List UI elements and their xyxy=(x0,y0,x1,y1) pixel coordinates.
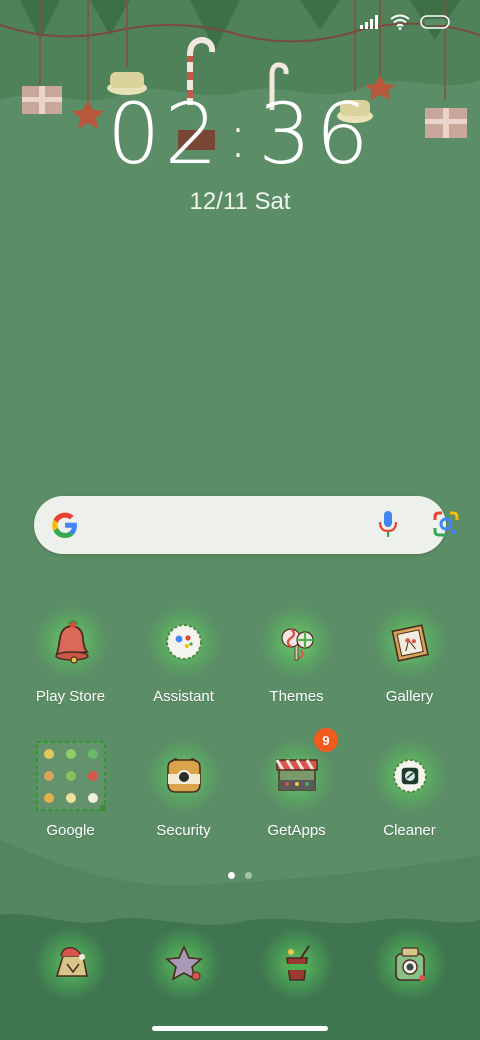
lollipop-icon xyxy=(258,604,335,680)
clock-hours: 02 xyxy=(107,85,222,183)
app-label: Security xyxy=(156,822,211,839)
date-display[interactable]: 12/11 Sat xyxy=(0,188,480,216)
google-g-icon xyxy=(50,510,80,545)
app-play-store[interactable]: Play Store xyxy=(14,604,127,705)
cleaner-icon xyxy=(371,738,448,814)
shield-icon xyxy=(145,738,222,814)
folder-icon xyxy=(33,738,109,814)
microphone-icon[interactable] xyxy=(376,509,400,544)
date-value: 12/11 xyxy=(189,188,248,215)
clock-separator: : xyxy=(227,102,253,172)
phone-icon xyxy=(32,926,109,1002)
bell-icon xyxy=(32,604,109,680)
day-of-week: Sat xyxy=(254,188,291,215)
page-dot-active xyxy=(228,872,235,879)
assistant-icon xyxy=(145,604,222,680)
picture-frame-icon xyxy=(371,604,448,680)
dock-phone[interactable] xyxy=(14,926,127,1002)
notification-badge: 9 xyxy=(314,728,338,752)
cellular-signal-icon xyxy=(360,15,380,34)
wifi-icon xyxy=(390,14,410,35)
browser-cup-icon xyxy=(258,926,335,1002)
app-getapps[interactable]: 9 GetApps xyxy=(240,728,353,839)
dock-camera[interactable] xyxy=(353,926,466,1002)
camera-icon xyxy=(371,926,448,1002)
lockscreen-clock[interactable]: 02:36 xyxy=(0,92,480,176)
app-security[interactable]: Security xyxy=(127,738,240,839)
app-label: Assistant xyxy=(153,688,214,705)
status-bar xyxy=(360,14,452,35)
app-label: Gallery xyxy=(385,688,434,705)
clock-minutes: 36 xyxy=(258,85,373,183)
dock-messages[interactable] xyxy=(127,926,240,1002)
app-row-1: Play Store Assistant Themes Gallery xyxy=(0,604,480,705)
app-label: GetApps xyxy=(267,822,326,839)
google-lens-icon[interactable] xyxy=(432,510,460,543)
dock xyxy=(0,926,480,1002)
message-star-icon xyxy=(145,926,222,1002)
google-search-bar[interactable] xyxy=(34,496,459,554)
dock-browser[interactable] xyxy=(240,926,353,1002)
gesture-navigation-bar[interactable] xyxy=(152,1026,328,1031)
app-cleaner[interactable]: Cleaner xyxy=(353,738,466,839)
app-label: Play Store xyxy=(35,688,106,705)
app-label: Themes xyxy=(269,688,324,705)
app-label: Cleaner xyxy=(383,822,436,839)
page-indicator xyxy=(0,872,480,879)
battery-icon xyxy=(420,15,452,34)
app-label: Google xyxy=(46,822,95,839)
app-row-2: Google Security 9 GetApps Cleaner xyxy=(0,728,480,839)
app-themes[interactable]: Themes xyxy=(240,604,353,705)
app-assistant[interactable]: Assistant xyxy=(127,604,240,705)
app-gallery[interactable]: Gallery xyxy=(353,604,466,705)
page-dot xyxy=(245,872,252,879)
folder-google[interactable]: Google xyxy=(14,738,127,839)
